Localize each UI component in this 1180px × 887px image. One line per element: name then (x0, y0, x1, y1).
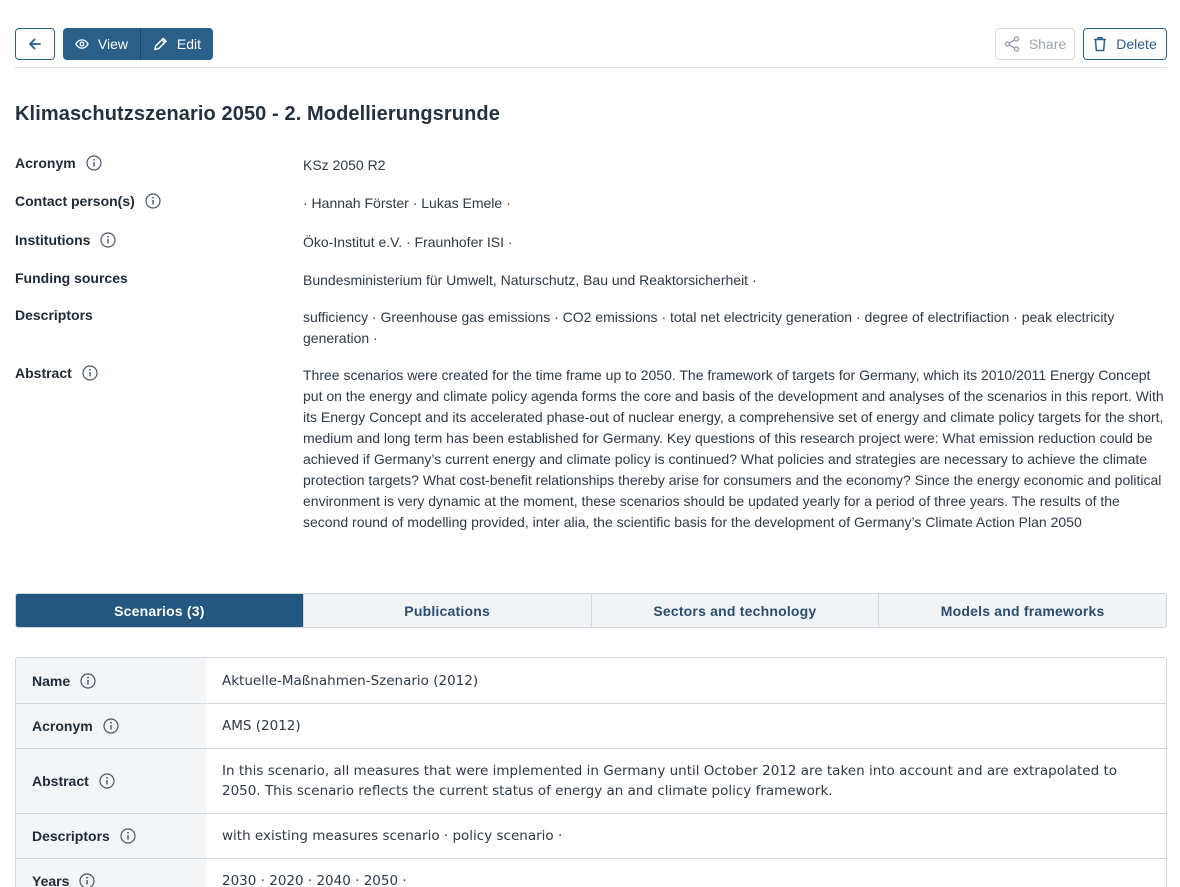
row-value: AMS (2012) (222, 718, 301, 734)
tab-sectors-and-technology[interactable]: Sectors and technology (590, 594, 879, 627)
row-label: Years (32, 873, 70, 887)
field-value: KSz 2050 R2 (303, 157, 386, 173)
share-label: Share (1028, 36, 1067, 52)
scenario-table: Name Aktuelle-Maßnahmen-Szenario (2012) … (15, 657, 1167, 887)
row-value: 2030 · 2020 · 2040 · 2050 · (222, 873, 407, 887)
table-row: Years 2030 · 2020 · 2040 · 2050 · (16, 859, 1166, 887)
eye-icon (75, 39, 89, 49)
field-value: Bundesministerium für Umwelt, Naturschut… (303, 272, 757, 288)
edit-label: Edit (176, 36, 201, 52)
trash-icon (1094, 37, 1107, 52)
view-label: View (97, 36, 128, 52)
table-row: Descriptors with existing measures scena… (16, 814, 1166, 859)
row-label: Abstract (32, 773, 89, 789)
field-label: Institutions (15, 232, 91, 248)
field-label: Abstract (15, 365, 72, 381)
tab-scenarios[interactable]: Scenarios (3) (16, 594, 303, 627)
row-value: In this scenario, all measures that were… (222, 763, 1118, 799)
page-title: Klimaschutzszenario 2050 - 2. Modellieru… (15, 103, 500, 125)
row-value: Aktuelle-Maßnahmen-Szenario (2012) (222, 672, 479, 689)
info-icon[interactable] (79, 873, 95, 887)
field-value: sufficiency · Greenhouse gas emissions ·… (303, 309, 1115, 346)
field-label: Contact person(s) (15, 193, 135, 209)
info-icon[interactable] (103, 718, 119, 734)
table-row: Acronym AMS (2012) (16, 704, 1166, 749)
info-icon[interactable] (82, 365, 98, 381)
info-icon[interactable] (99, 773, 115, 789)
pencil-icon (154, 37, 167, 51)
arrow-left-icon (29, 38, 41, 50)
view-button[interactable]: View (63, 28, 141, 60)
tab-publications[interactable]: Publications (302, 594, 591, 627)
field-value: Öko-Institut e.V. · Fraunhofer ISI · (303, 234, 513, 250)
info-icon[interactable] (145, 193, 161, 209)
field-value: · Hannah Förster · Lukas Emele · (303, 195, 511, 211)
share-icon (1004, 36, 1020, 52)
field-label: Acronym (15, 155, 76, 171)
field-label: Descriptors (15, 307, 93, 323)
table-row: Abstract In this scenario, all measures … (16, 749, 1166, 814)
tab-bar: Scenarios (3) Publications Sectors and t… (15, 593, 1167, 628)
toolbar-divider (15, 67, 1167, 68)
delete-label: Delete (1116, 36, 1157, 52)
delete-button[interactable]: Delete (1083, 28, 1167, 60)
edit-button[interactable]: Edit (141, 28, 213, 60)
view-edit-toggle: View Edit (63, 28, 213, 60)
back-button[interactable] (15, 28, 55, 60)
table-row: Name Aktuelle-Maßnahmen-Szenario (2012) (16, 658, 1166, 704)
info-icon[interactable] (80, 672, 96, 689)
field-value: Three scenarios were created for the tim… (303, 367, 1164, 530)
toolbar: View Edit Share Delete (15, 28, 1167, 60)
info-icon[interactable] (86, 155, 102, 171)
tab-models-and-frameworks[interactable]: Models and frameworks (878, 594, 1166, 627)
row-label: Name (32, 672, 71, 689)
row-label: Acronym (32, 718, 93, 734)
row-value: with existing measures scenario · policy… (222, 828, 563, 844)
info-icon[interactable] (120, 828, 136, 844)
row-label: Descriptors (32, 828, 110, 844)
share-button[interactable]: Share (995, 28, 1075, 60)
info-icon[interactable] (100, 232, 117, 248)
field-label: Funding sources (15, 270, 128, 286)
